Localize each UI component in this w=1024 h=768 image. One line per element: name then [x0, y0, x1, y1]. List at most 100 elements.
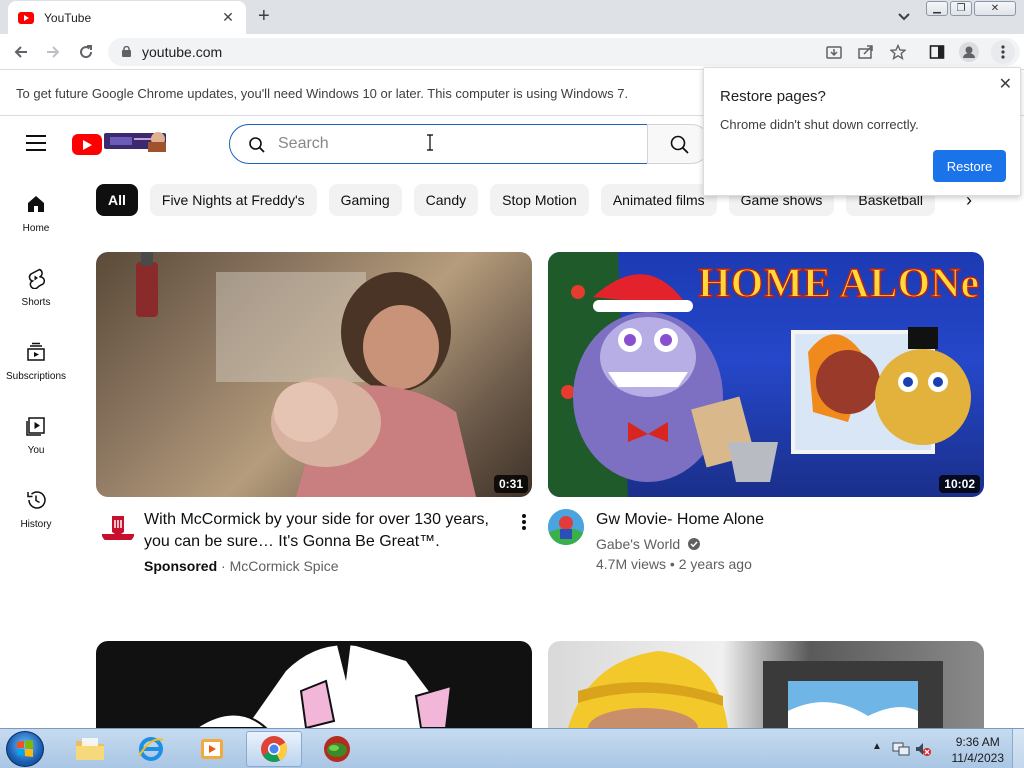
bookmark-star-icon[interactable] [888, 42, 908, 62]
mccormick-avatar[interactable] [100, 510, 136, 546]
thumbnail-image: HOME ALONe [548, 252, 980, 497]
windows-taskbar: ▲ 9:36 AM 11/4/2023 [0, 728, 1024, 768]
video-title-line2[interactable]: you can be sure… It's Gonna Be Great™. [144, 531, 440, 553]
sidebar-item-subscriptions[interactable]: Subscriptions [0, 321, 72, 393]
side-panel-icon[interactable] [927, 42, 947, 62]
youtube-logo[interactable] [72, 134, 102, 155]
youtube-favicon-icon [18, 11, 34, 24]
video-stats: 4.7M views • 2 years ago [596, 556, 752, 572]
restore-dialog-title: Restore pages? [720, 88, 826, 105]
minimize-button[interactable]: ▁ [926, 1, 948, 16]
channel-name[interactable]: Gabe's World [596, 536, 680, 552]
sidebar-item-home[interactable]: Home [0, 173, 72, 245]
close-window-button[interactable]: ✕ [974, 1, 1016, 16]
tab-title: YouTube [44, 10, 92, 25]
show-hidden-icons-icon[interactable]: ▲ [872, 741, 882, 752]
windows-logo-icon [17, 740, 33, 757]
home-icon [28, 196, 44, 212]
menu-icon[interactable] [26, 135, 46, 151]
text-cursor-icon [427, 134, 433, 151]
restore-dialog-message: Chrome didn't shut down correctly. [720, 117, 919, 132]
video-thumbnail-mccormick[interactable]: 0:31 [96, 252, 532, 497]
video-options-icon[interactable] [522, 514, 526, 532]
thumb-title-text: HOME ALONe [698, 261, 979, 307]
sidebar-item-label: You [27, 445, 45, 456]
sidebar-item-shorts[interactable]: Shorts [0, 247, 72, 319]
new-tab-button[interactable]: + [258, 6, 270, 26]
reload-icon[interactable] [76, 42, 96, 62]
maximize-button[interactable]: ❐ [950, 1, 972, 16]
video-thumbnail-row2-right[interactable] [548, 641, 984, 728]
video-thumbnail-row2-left[interactable] [96, 641, 532, 728]
media-player-icon [201, 739, 223, 759]
network-icon[interactable] [892, 740, 910, 758]
history-icon [27, 491, 46, 509]
volume-muted-icon[interactable] [914, 740, 932, 758]
subscriptions-icon [27, 342, 45, 361]
clock-time: 9:36 AM [955, 735, 1000, 749]
chip-all[interactable]: All [96, 184, 138, 216]
restore-button[interactable]: Restore [933, 150, 1006, 182]
profile-avatar-icon[interactable] [959, 42, 979, 62]
show-desktop-button[interactable] [1012, 729, 1024, 768]
taskbar-chrome[interactable] [246, 731, 302, 767]
taskbar-internet-explorer[interactable] [123, 731, 179, 767]
chip-gaming[interactable]: Gaming [328, 184, 402, 216]
search-icon [249, 137, 265, 153]
sidebar-item-you[interactable]: You [0, 395, 72, 467]
search-button[interactable] [647, 124, 711, 164]
taskbar-explorer[interactable] [62, 731, 118, 767]
system-tray: ▲ 9:36 AM 11/4/2023 [864, 729, 1024, 768]
install-app-icon[interactable] [824, 42, 844, 62]
chip-animated-films[interactable]: Animated films [600, 184, 717, 216]
search-icon [670, 135, 689, 154]
chip-candy[interactable]: Candy [413, 184, 479, 216]
url-text: youtube.com [142, 44, 223, 60]
taskbar-media-player[interactable] [184, 731, 240, 767]
thumbnail-image [136, 252, 476, 497]
sidebar-item-label: Subscriptions [5, 371, 67, 382]
channel-name[interactable]: McCormick Spice [230, 558, 339, 574]
restore-pages-dialog: Restore pages? Chrome didn't shut down c… [703, 67, 1021, 196]
video-title[interactable]: Gw Movie- Home Alone [596, 509, 764, 531]
chip-stop-motion[interactable]: Stop Motion [490, 184, 589, 216]
tab-close-icon[interactable]: ✕ [220, 9, 236, 26]
tab-strip: YouTube ✕ + ▁ ❐ ✕ [0, 0, 1024, 34]
internet-explorer-icon [138, 737, 164, 761]
share-icon[interactable] [856, 42, 876, 62]
start-button[interactable] [6, 731, 44, 767]
sidebar-item-label: History [20, 519, 52, 530]
forward-icon[interactable] [43, 42, 63, 62]
thumbnail-image [568, 651, 943, 728]
video-title-line1[interactable]: With McCormick by your side for over 130… [144, 509, 489, 531]
chrome-icon [261, 736, 288, 762]
taskbar-app[interactable] [309, 731, 365, 767]
video-meta: Sponsored · McCormick Spice [144, 558, 339, 574]
lock-icon[interactable] [122, 46, 131, 57]
address-bar[interactable]: youtube.com [108, 38, 1020, 66]
close-icon[interactable]: ✕ [999, 74, 1012, 94]
search-box[interactable] [229, 124, 648, 164]
thumbnail-image [194, 641, 453, 728]
chip-five-nights[interactable]: Five Nights at Freddy's [149, 184, 317, 216]
gabes-world-avatar[interactable] [548, 509, 584, 545]
sponsored-label: Sponsored [144, 558, 218, 574]
verified-check-icon [688, 538, 701, 550]
tab-search-chevron-icon[interactable] [897, 9, 911, 23]
video-duration: 10:02 [939, 475, 980, 493]
video-thumbnail-home-alone[interactable]: HOME ALONe 10:02 [548, 252, 984, 497]
youtube-doodle-icon[interactable] [104, 128, 168, 154]
sidebar-item-history[interactable]: History [0, 469, 72, 541]
channel-avatar-icon [548, 509, 584, 545]
infobar-text: To get future Google Chrome updates, you… [16, 86, 629, 101]
video-duration: 0:31 [493, 475, 528, 493]
sidebar-item-label: Shorts [21, 297, 51, 308]
channel-row: Gabe's World [596, 534, 701, 554]
back-icon[interactable] [11, 42, 31, 62]
chrome-menu-icon[interactable] [991, 40, 1015, 64]
sidebar-item-label: Home [22, 223, 50, 234]
mccormick-logo-icon [100, 514, 136, 542]
taskbar-clock[interactable]: 9:36 AM 11/4/2023 [952, 734, 1005, 766]
tab-youtube[interactable]: YouTube ✕ [8, 1, 246, 34]
clock-date: 11/4/2023 [951, 751, 1005, 765]
